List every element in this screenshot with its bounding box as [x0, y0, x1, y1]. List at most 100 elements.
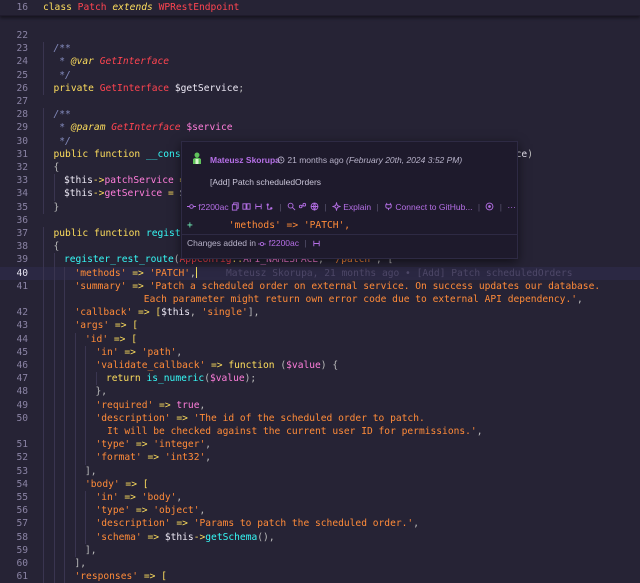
more-actions-button[interactable]: ··· [507, 202, 516, 212]
indent-guide [43, 240, 44, 254]
code-line[interactable]: 27 [0, 95, 640, 108]
indent-guide [85, 359, 86, 373]
code-text: */ [54, 69, 71, 82]
code-token: getService [104, 188, 163, 200]
code-line[interactable]: 40 Mateusz Skorupa, 21 months ago • [Add]… [0, 266, 640, 280]
code-line[interactable]: 44 'id' => [ [0, 332, 640, 346]
code-line[interactable]: 55 'in' => 'body', [0, 491, 640, 505]
code-line[interactable]: Each parameter might return own error co… [0, 293, 640, 307]
line-number: 26 [16, 82, 28, 94]
code-line[interactable]: 46 'validate_callback' => function ($valu… [0, 359, 640, 373]
indent-guide [74, 530, 76, 544]
code-line[interactable]: 48}, [0, 385, 640, 399]
code-line[interactable]: 28 /** [0, 108, 640, 122]
code-line[interactable]: 53], [0, 464, 640, 478]
indent-guide [53, 570, 55, 583]
code-line[interactable]: 29 * @param GetInterface $service [0, 121, 640, 135]
indent-guide [43, 570, 44, 583]
code-line[interactable]: 59], [0, 543, 640, 557]
code-token: $getService [174, 82, 239, 94]
sticky-scroll-header[interactable]: 16 class Patch extends WPRestEndpoint [0, 0, 640, 16]
commit-time: 21 months ago (February 20th, 2024 3:52 … [277, 155, 462, 165]
inline-blame-annotation[interactable]: Mateusz Skorupa, 21 months ago • [Add] P… [226, 267, 573, 280]
code-line[interactable]: 61 'responses' => [ [0, 570, 640, 583]
code-line[interactable]: 24 * @var GetInterface [0, 55, 640, 69]
copy-icon[interactable] [231, 202, 240, 211]
code-token: ( [274, 360, 287, 371]
code-token: -> [193, 531, 206, 543]
code-line[interactable]: 49 'required' => true, [0, 398, 640, 412]
code-line[interactable]: 45 'in' => 'path', [0, 345, 640, 359]
code-line[interactable]: 58 'schema' => $this->getSchema(), [0, 530, 640, 544]
code-token: GetInterface [111, 122, 181, 134]
gitlens-icon[interactable] [485, 202, 494, 211]
remote-icon[interactable] [298, 202, 307, 211]
code-line[interactable]: 51 'type' => 'integer', [0, 438, 640, 452]
code-token: 'description' [95, 518, 171, 530]
code-line[interactable]: 23 /** [0, 42, 640, 56]
code-token: function [93, 148, 141, 160]
indent-guide [64, 411, 65, 425]
commit-author[interactable]: Mateusz Skorupa [210, 155, 280, 165]
indent-guide [64, 570, 65, 583]
indent-guide [53, 464, 55, 478]
line-number: 29 [16, 122, 28, 134]
code-line[interactable]: 52 'format' => 'int32', [0, 451, 640, 465]
code-token: 'id' [85, 333, 109, 345]
code-line[interactable]: 22 [0, 29, 640, 42]
indent-guide [43, 161, 44, 175]
indent-guide [53, 279, 55, 293]
open-changes-icon[interactable] [242, 202, 251, 211]
code-token: => [205, 360, 229, 371]
indent-guide [64, 319, 65, 333]
indent-guide [64, 517, 65, 531]
indent-guide [74, 491, 76, 505]
indent-guide [53, 345, 55, 359]
indent-guide [53, 332, 55, 346]
code-line[interactable]: It will be checked against the current u… [0, 425, 640, 439]
line-number: 40 [16, 267, 28, 279]
commit-sha-link[interactable]: f2200ac [198, 202, 228, 212]
indent-guide [74, 385, 76, 399]
indent-guide [43, 42, 44, 56]
explain-link[interactable]: Explain [343, 202, 371, 212]
indent-guide [43, 464, 44, 478]
code-line[interactable]: 50 'description' => 'The id of the schedu… [0, 411, 640, 425]
code-token: { [53, 162, 60, 173]
code-token: 'Params to patch the scheduled order.' [193, 518, 414, 530]
code-line[interactable]: 56 'type' => 'object', [0, 504, 640, 518]
line-number: 22 [16, 30, 28, 41]
code-line[interactable]: 42 'callback' => [$this, 'single'], [0, 306, 640, 320]
code-line[interactable]: 57 'description' => 'Params to patch the … [0, 517, 640, 531]
code-line[interactable]: 47 return is_numeric($value); [0, 372, 640, 386]
code-line[interactable]: 43 'args' => [ [0, 319, 640, 333]
changes-commit-link[interactable]: f2200ac [269, 238, 299, 248]
compare-icon[interactable] [254, 202, 263, 211]
code-line[interactable]: 54 'body' => [ [0, 477, 640, 491]
code-line[interactable]: 41 'summary' => 'Patch a scheduled order … [0, 279, 640, 293]
code-token: private [53, 82, 94, 94]
code-token: ) [527, 148, 533, 160]
indent-guide [64, 345, 65, 359]
indent-guide [74, 345, 76, 359]
code-token: 'type' [95, 505, 131, 517]
sticky-scroll-line[interactable]: 16 class Patch extends WPRestEndpoint [0, 1, 640, 14]
connect-github-link[interactable]: Connect to GitHub... [395, 202, 472, 212]
line-number: 23 [16, 43, 28, 55]
search-icon[interactable] [287, 202, 296, 211]
indent-guide [43, 81, 44, 95]
code-text: /** [54, 108, 71, 121]
code-token: 'in' [95, 346, 119, 358]
indent-guide [43, 147, 44, 161]
indent-guide [43, 134, 44, 148]
indent-guide [74, 425, 76, 439]
code-line[interactable]: 26 private GetInterface $getService; [0, 81, 640, 95]
graph-icon[interactable] [265, 202, 274, 211]
code-line[interactable]: 25 */ [0, 68, 640, 82]
globe-icon[interactable] [310, 202, 319, 212]
compare-icon[interactable] [312, 239, 321, 248]
changes-added-row: Changes added in f2200ac | [187, 238, 321, 248]
line-number: 39 [16, 254, 28, 266]
indent-guide [85, 530, 86, 544]
indent-guide [64, 530, 65, 544]
